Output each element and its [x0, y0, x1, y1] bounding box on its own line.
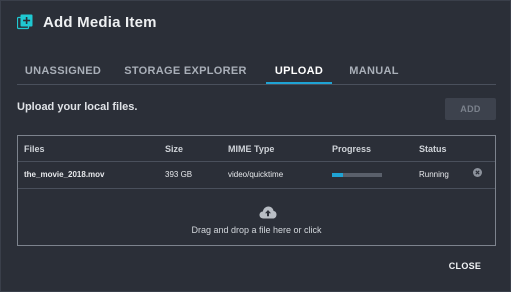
files-table: Files Size MIME Type Progress Status the…: [17, 135, 496, 246]
file-size: 393 GB: [165, 170, 193, 179]
table-row: the_movie_2018.mov 393 GB video/quicktim…: [18, 162, 495, 189]
remove-circle-icon[interactable]: [473, 162, 482, 177]
file-dropzone[interactable]: Drag and drop a file here or click: [18, 191, 495, 245]
dialog-header: Add Media Item: [16, 12, 157, 32]
tab-storage-explorer[interactable]: STORAGE EXPLORER: [119, 61, 252, 84]
tab-unassigned[interactable]: UNASSIGNED: [17, 61, 109, 84]
table-header: Files Size MIME Type Progress Status: [18, 136, 495, 162]
upload-progress-fill: [332, 173, 343, 177]
dialog-title: Add Media Item: [43, 13, 157, 31]
tab-manual[interactable]: MANUAL: [344, 61, 404, 84]
cloud-upload-icon: [259, 206, 277, 219]
upload-instruction: Upload your local files.: [17, 101, 138, 113]
file-name: the_movie_2018.mov: [24, 170, 105, 179]
tab-upload[interactable]: UPLOAD: [266, 61, 332, 84]
dropzone-text: Drag and drop a file here or click: [191, 225, 322, 235]
tab-bar: UNASSIGNED STORAGE EXPLORER UPLOAD MANUA…: [17, 61, 496, 85]
add-media-dialog: Add Media Item UNASSIGNED STORAGE EXPLOR…: [0, 0, 511, 292]
column-header-mime-type: MIME Type: [228, 144, 275, 154]
column-header-status: Status: [419, 144, 447, 154]
column-header-files: Files: [24, 144, 45, 154]
add-media-icon: [16, 14, 33, 30]
column-header-size: Size: [165, 144, 184, 154]
column-header-progress: Progress: [332, 144, 372, 154]
file-mime-type: video/quicktime: [228, 170, 284, 179]
upload-progress-bar: [332, 173, 382, 177]
close-button[interactable]: CLOSE: [441, 258, 489, 274]
upload-status: Running: [419, 170, 449, 179]
add-button[interactable]: ADD: [445, 98, 496, 120]
